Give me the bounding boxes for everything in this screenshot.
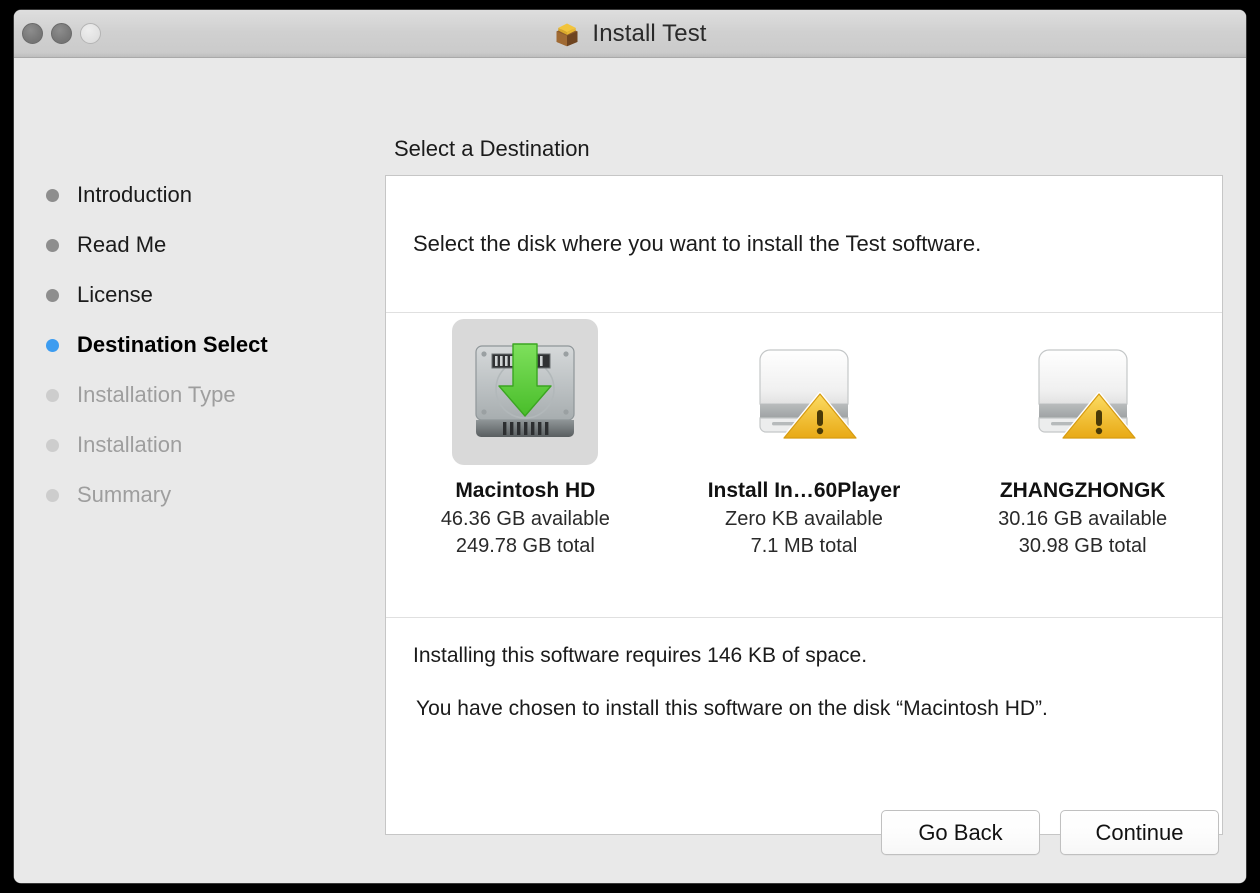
disk-total: 249.78 GB total <box>456 533 595 560</box>
go-back-button[interactable]: Go Back <box>881 810 1040 855</box>
installer-content: Select a Destination Select the disk whe… <box>372 58 1246 883</box>
continue-button[interactable]: Continue <box>1060 810 1219 855</box>
disk-name: Install In…60Player <box>708 479 901 503</box>
disk-total: 7.1 MB total <box>751 533 858 560</box>
removable-drive-icon <box>746 334 862 450</box>
sidebar-item-installation: Installation <box>14 420 372 470</box>
sidebar-item-installation-type: Installation Type <box>14 370 372 420</box>
sidebar-item-label: Installation <box>77 432 182 458</box>
instruction-row: Select the disk where you want to instal… <box>386 176 1222 312</box>
step-bullet-icon <box>46 389 59 402</box>
step-bullet-icon <box>46 489 59 502</box>
disk-icon-slot <box>452 319 598 465</box>
window-titlebar: Install Test <box>14 10 1246 58</box>
internal-hard-drive-download-icon <box>467 334 583 450</box>
step-bullet-icon <box>46 439 59 452</box>
disk-list: Macintosh HD 46.36 GB available 249.78 G… <box>386 313 1222 617</box>
page-title: Select a Destination <box>394 136 590 162</box>
installer-window: Install Test Introduction Read Me Licens… <box>14 10 1246 883</box>
window-title-group: Install Test <box>14 10 1246 57</box>
disk-icon-slot <box>1010 319 1156 465</box>
disk-icon-slot <box>731 319 877 465</box>
removable-drive-icon <box>1025 334 1141 450</box>
sidebar-item-summary: Summary <box>14 470 372 520</box>
destination-panel: Select the disk where you want to instal… <box>385 175 1223 835</box>
window-title: Install Test <box>592 20 706 48</box>
disk-option-zhangzhongk[interactable]: ZHANGZHONGK 30.16 GB available 30.98 GB … <box>952 319 1214 560</box>
sidebar-item-label: Read Me <box>77 232 166 258</box>
window-body: Introduction Read Me License Destination… <box>14 58 1246 883</box>
disk-option-install-in-60player[interactable]: Install In…60Player Zero KB available 7.… <box>673 319 935 560</box>
step-bullet-icon <box>46 189 59 202</box>
disk-available: 46.36 GB available <box>441 506 610 533</box>
sidebar-item-label: License <box>77 282 153 308</box>
sidebar-item-label: Installation Type <box>77 382 236 408</box>
footer-buttons: Go Back Continue <box>881 810 1219 855</box>
disk-option-macintosh-hd[interactable]: Macintosh HD 46.36 GB available 249.78 G… <box>394 319 656 560</box>
instruction-text: Select the disk where you want to instal… <box>413 231 981 257</box>
disk-available: 30.16 GB available <box>998 506 1167 533</box>
sidebar-item-label: Destination Select <box>77 332 268 358</box>
chosen-disk-text: You have chosen to install this software… <box>413 694 1186 724</box>
step-bullet-icon <box>46 339 59 352</box>
package-box-icon <box>553 20 581 48</box>
disk-name: ZHANGZHONGK <box>1000 479 1166 503</box>
step-bullet-icon <box>46 289 59 302</box>
summary-section: Installing this software requires 146 KB… <box>386 618 1222 724</box>
sidebar-item-label: Summary <box>77 482 171 508</box>
sidebar-item-label: Introduction <box>77 182 192 208</box>
disk-name: Macintosh HD <box>455 479 595 503</box>
step-bullet-icon <box>46 239 59 252</box>
sidebar-item-read-me[interactable]: Read Me <box>14 220 372 270</box>
installer-sidebar: Introduction Read Me License Destination… <box>14 58 372 520</box>
sidebar-item-destination-select[interactable]: Destination Select <box>14 320 372 370</box>
sidebar-item-license[interactable]: License <box>14 270 372 320</box>
sidebar-item-introduction[interactable]: Introduction <box>14 170 372 220</box>
disk-available: Zero KB available <box>725 506 883 533</box>
disk-total: 30.98 GB total <box>1019 533 1147 560</box>
space-requirement-text: Installing this software requires 146 KB… <box>413 644 1195 668</box>
